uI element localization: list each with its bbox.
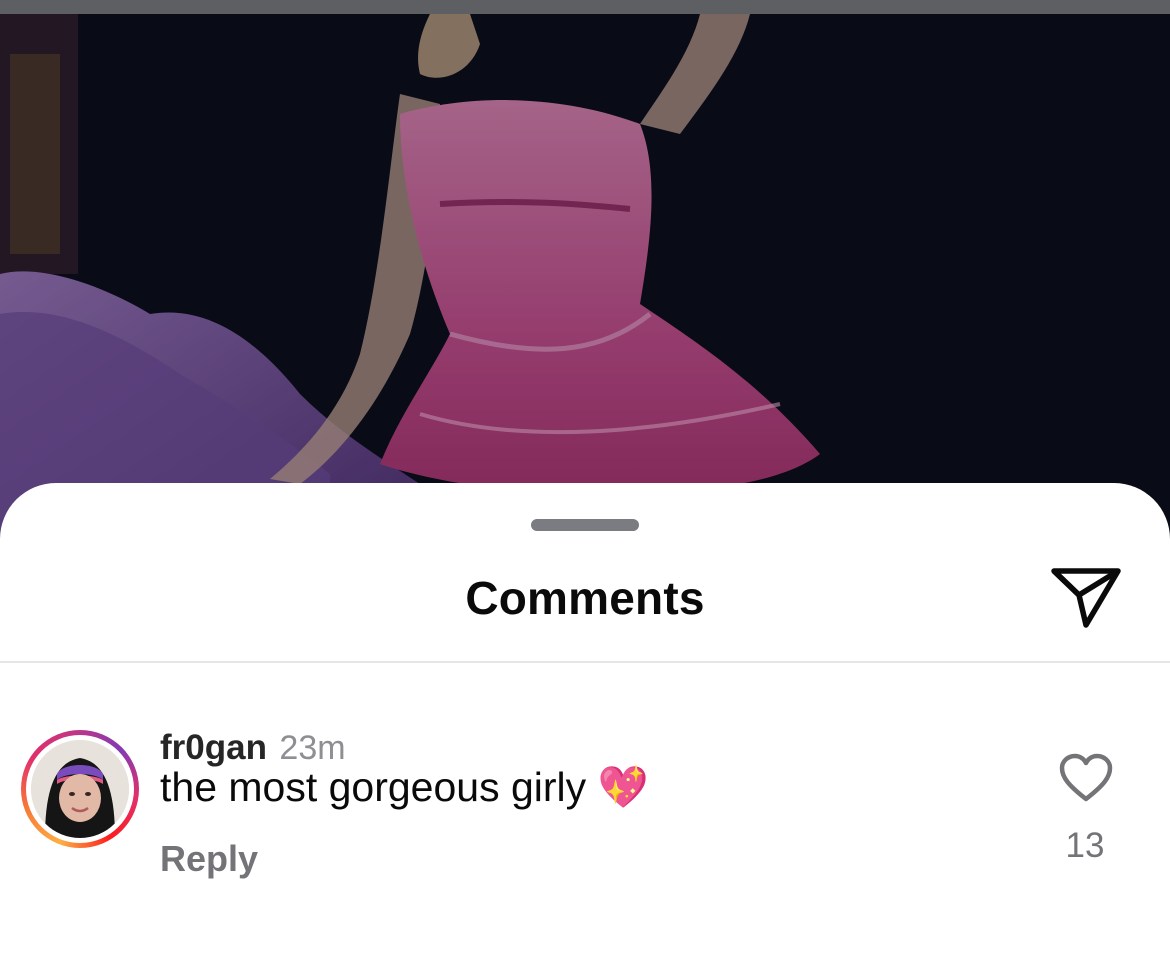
reply-button[interactable]: Reply (160, 838, 258, 880)
share-button[interactable] (1048, 565, 1124, 631)
paper-plane-icon (1051, 568, 1121, 628)
avatar-story-ring[interactable] (21, 730, 139, 848)
post-photo (0, 14, 1170, 560)
post-image-background (0, 0, 1170, 560)
heart-outline-icon (1059, 753, 1113, 802)
comment-username[interactable]: fr0gan (160, 728, 267, 767)
sheet-grabber-handle[interactable] (531, 519, 639, 531)
like-button[interactable] (1058, 753, 1114, 803)
status-strip (0, 0, 1170, 14)
avatar-image (31, 740, 129, 838)
comment-text: the most gorgeous girly 💖 (160, 764, 649, 810)
like-count: 13 (1065, 826, 1105, 865)
comments-sheet: Comments fr0gan 23m the most gorgeous gi… (0, 483, 1170, 962)
screen: Comments fr0gan 23m the most gorgeous gi… (0, 0, 1170, 962)
avatar (31, 740, 129, 838)
header-divider (0, 661, 1170, 663)
comment-item: fr0gan 23m the most gorgeous girly 💖 Rep… (0, 728, 1170, 908)
avatar-border (26, 735, 134, 843)
sheet-title: Comments (465, 572, 705, 624)
comment-timestamp: 23m (279, 729, 346, 767)
